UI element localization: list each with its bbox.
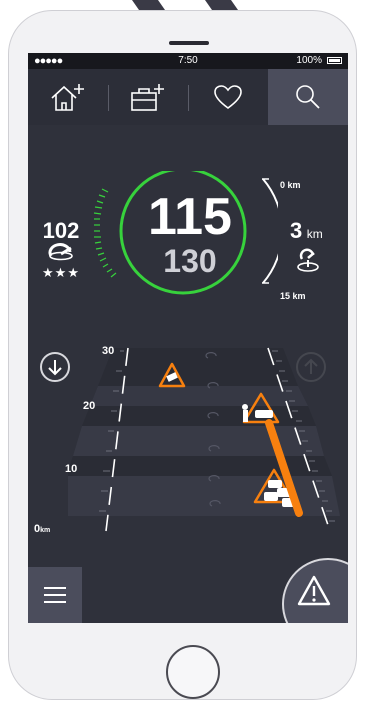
- battery-icon: [327, 57, 342, 64]
- nav-search-button[interactable]: [268, 69, 348, 125]
- arrow-down-icon: [48, 360, 62, 376]
- rating-stars: ★★★: [42, 265, 80, 280]
- speedometer-icon: [48, 243, 73, 261]
- nav-add-work-button[interactable]: [108, 69, 188, 125]
- report-alert-button[interactable]: [282, 558, 348, 623]
- warning-icon: [297, 575, 331, 606]
- top-navigation: [28, 69, 348, 125]
- distance-panel: 3 km: [290, 218, 348, 278]
- phone-speaker: [169, 41, 209, 45]
- nav-add-home-button[interactable]: [28, 69, 108, 125]
- location-speed-icon: [297, 248, 319, 272]
- scale-label-20: 20: [83, 400, 96, 412]
- range-bottom-label: 15 km: [280, 291, 306, 301]
- speed-limit: 130: [163, 243, 217, 279]
- menu-button[interactable]: [28, 567, 82, 623]
- distance-value: 3: [290, 218, 303, 243]
- app-screen: ●●●●● 7:50 100% 102 ★★★ 115 130 0 km 15 …: [28, 53, 348, 623]
- progress-track: [265, 419, 303, 517]
- home-add-icon: [51, 84, 84, 111]
- scale-label-30: 30: [102, 345, 115, 357]
- battery-percent: 100%: [296, 55, 322, 66]
- scroll-up-button[interactable]: [296, 352, 326, 382]
- scroll-down-button[interactable]: [40, 352, 70, 382]
- nav-favorites-button[interactable]: [188, 69, 268, 125]
- range-top-label: 0 km: [280, 180, 301, 190]
- distance-unit: km: [306, 227, 323, 241]
- progress-bar: [265, 419, 303, 517]
- work-add-icon: [131, 84, 164, 111]
- status-bar: ●●●●● 7:50 100%: [28, 53, 348, 69]
- arrow-up-icon: [304, 358, 318, 374]
- hamburger-menu-icon: [44, 587, 66, 603]
- average-speed-value: 102: [42, 218, 80, 243]
- current-speed: 115: [148, 188, 232, 246]
- search-icon: [296, 85, 320, 109]
- scale-label-0: 0km: [34, 523, 51, 535]
- scale-label-10: 10: [65, 463, 78, 475]
- home-button[interactable]: [166, 645, 220, 699]
- heart-icon: [214, 85, 242, 109]
- average-speed-panel: 102 ★★★: [36, 219, 86, 280]
